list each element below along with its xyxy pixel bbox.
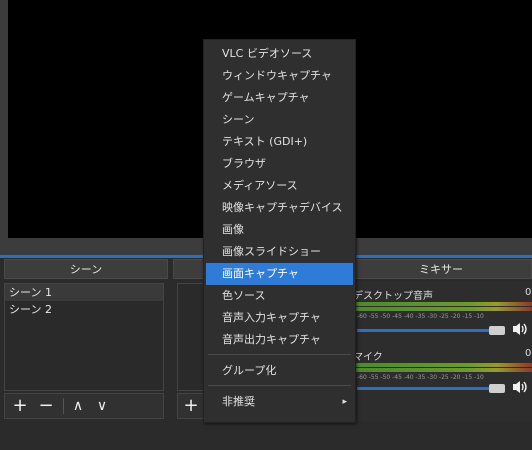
add-scene-button[interactable]: + — [9, 394, 31, 418]
mixer-channel-label: デスクトップ音声 — [353, 291, 433, 302]
scene-item[interactable]: シーン 2 — [5, 301, 163, 318]
move-scene-up-button[interactable]: ∧ — [67, 394, 89, 418]
toolbar-divider — [63, 398, 64, 414]
mixer-header: ミキサー — [350, 259, 532, 279]
meter-ticks: -60 -55 -50 -45 -40 -35 -30 -25 -20 -15 … — [357, 313, 484, 320]
menu-item-media-source[interactable]: メディアソース — [206, 175, 353, 197]
sources-toolbar: + — [177, 393, 205, 419]
audio-level-meter — [356, 368, 532, 372]
sources-header — [173, 259, 205, 279]
menu-item-text-gdi[interactable]: テキスト (GDI+) — [206, 131, 353, 153]
volume-slider-handle[interactable] — [489, 384, 505, 393]
menu-item-group[interactable]: グループ化 — [206, 360, 353, 382]
menu-item-audio-output-capture[interactable]: 音声出力キャプチャ — [206, 329, 353, 351]
scenes-header: シーン — [4, 259, 168, 279]
menu-item-vlc-video-source[interactable]: VLC ビデオソース — [206, 43, 353, 65]
menu-separator — [208, 354, 351, 355]
menu-item-video-capture-device[interactable]: 映像キャプチャデバイス — [206, 197, 353, 219]
add-source-button[interactable]: + — [180, 394, 202, 418]
menu-item-deprecated-label: 非推奨 — [222, 395, 255, 408]
mixer-channel-label: マイク — [353, 352, 383, 363]
mixer-channel-value: 0 — [525, 348, 532, 359]
menu-item-image[interactable]: 画像 — [206, 219, 353, 241]
remove-scene-button[interactable]: − — [35, 394, 57, 418]
add-source-context-menu: VLC ビデオソース ウィンドウキャプチャ ゲームキャプチャ シーン テキスト … — [203, 39, 356, 423]
volume-slider[interactable] — [357, 387, 505, 390]
menu-item-scene[interactable]: シーン — [206, 109, 353, 131]
menu-item-game-capture[interactable]: ゲームキャプチャ — [206, 87, 353, 109]
meter-ticks: -60 -55 -50 -45 -40 -35 -30 -25 -20 -15 … — [357, 374, 484, 381]
volume-slider-handle[interactable] — [489, 326, 505, 335]
menu-item-deprecated[interactable]: 非推奨 ▸ — [206, 391, 353, 413]
submenu-arrow-icon: ▸ — [342, 397, 347, 407]
menu-item-window-capture[interactable]: ウィンドウキャプチャ — [206, 65, 353, 87]
sources-list[interactable] — [177, 283, 205, 391]
speaker-icon[interactable] — [511, 379, 529, 395]
volume-slider[interactable] — [357, 329, 505, 332]
mixer-channel-value: 0 — [525, 287, 532, 298]
scenes-toolbar: + − ∧ ∨ — [4, 393, 164, 419]
menu-item-browser[interactable]: ブラウザ — [206, 153, 353, 175]
audio-level-meter — [356, 307, 532, 311]
scenes-list[interactable]: シーン 1 シーン 2 — [4, 283, 164, 391]
menu-separator — [208, 385, 351, 386]
audio-level-meter — [356, 302, 532, 306]
audio-level-meter — [356, 363, 532, 367]
menu-item-display-capture[interactable]: 画面キャプチャ — [206, 263, 353, 285]
move-scene-down-button[interactable]: ∨ — [91, 394, 113, 418]
menu-item-audio-input-capture[interactable]: 音声入力キャプチャ — [206, 307, 353, 329]
status-bar — [0, 423, 532, 450]
menu-item-image-slideshow[interactable]: 画像スライドショー — [206, 241, 353, 263]
speaker-icon[interactable] — [511, 321, 529, 337]
menu-item-color-source[interactable]: 色ソース — [206, 285, 353, 307]
scene-item[interactable]: シーン 1 — [5, 284, 163, 301]
